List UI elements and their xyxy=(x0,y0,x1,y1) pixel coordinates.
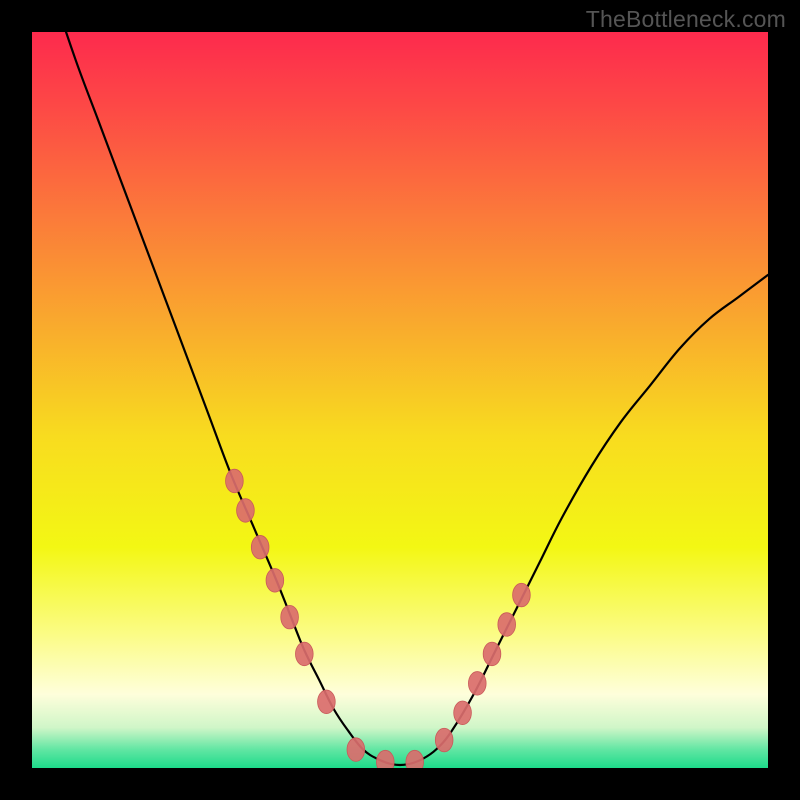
data-point xyxy=(513,583,531,607)
data-point xyxy=(454,701,472,725)
gradient-background xyxy=(32,32,768,768)
data-point xyxy=(498,613,516,637)
data-point xyxy=(483,642,501,666)
data-point xyxy=(266,569,284,593)
watermark-text: TheBottleneck.com xyxy=(586,6,786,33)
data-point xyxy=(281,605,299,629)
data-point xyxy=(347,738,365,762)
chart-svg xyxy=(32,32,768,768)
data-point xyxy=(295,642,313,666)
chart-frame: TheBottleneck.com xyxy=(0,0,800,800)
data-point xyxy=(435,728,453,752)
data-point xyxy=(468,672,486,696)
data-point xyxy=(226,469,244,493)
data-point xyxy=(251,535,269,559)
plot-area xyxy=(32,32,768,768)
data-point xyxy=(237,499,255,523)
data-point xyxy=(318,690,336,714)
